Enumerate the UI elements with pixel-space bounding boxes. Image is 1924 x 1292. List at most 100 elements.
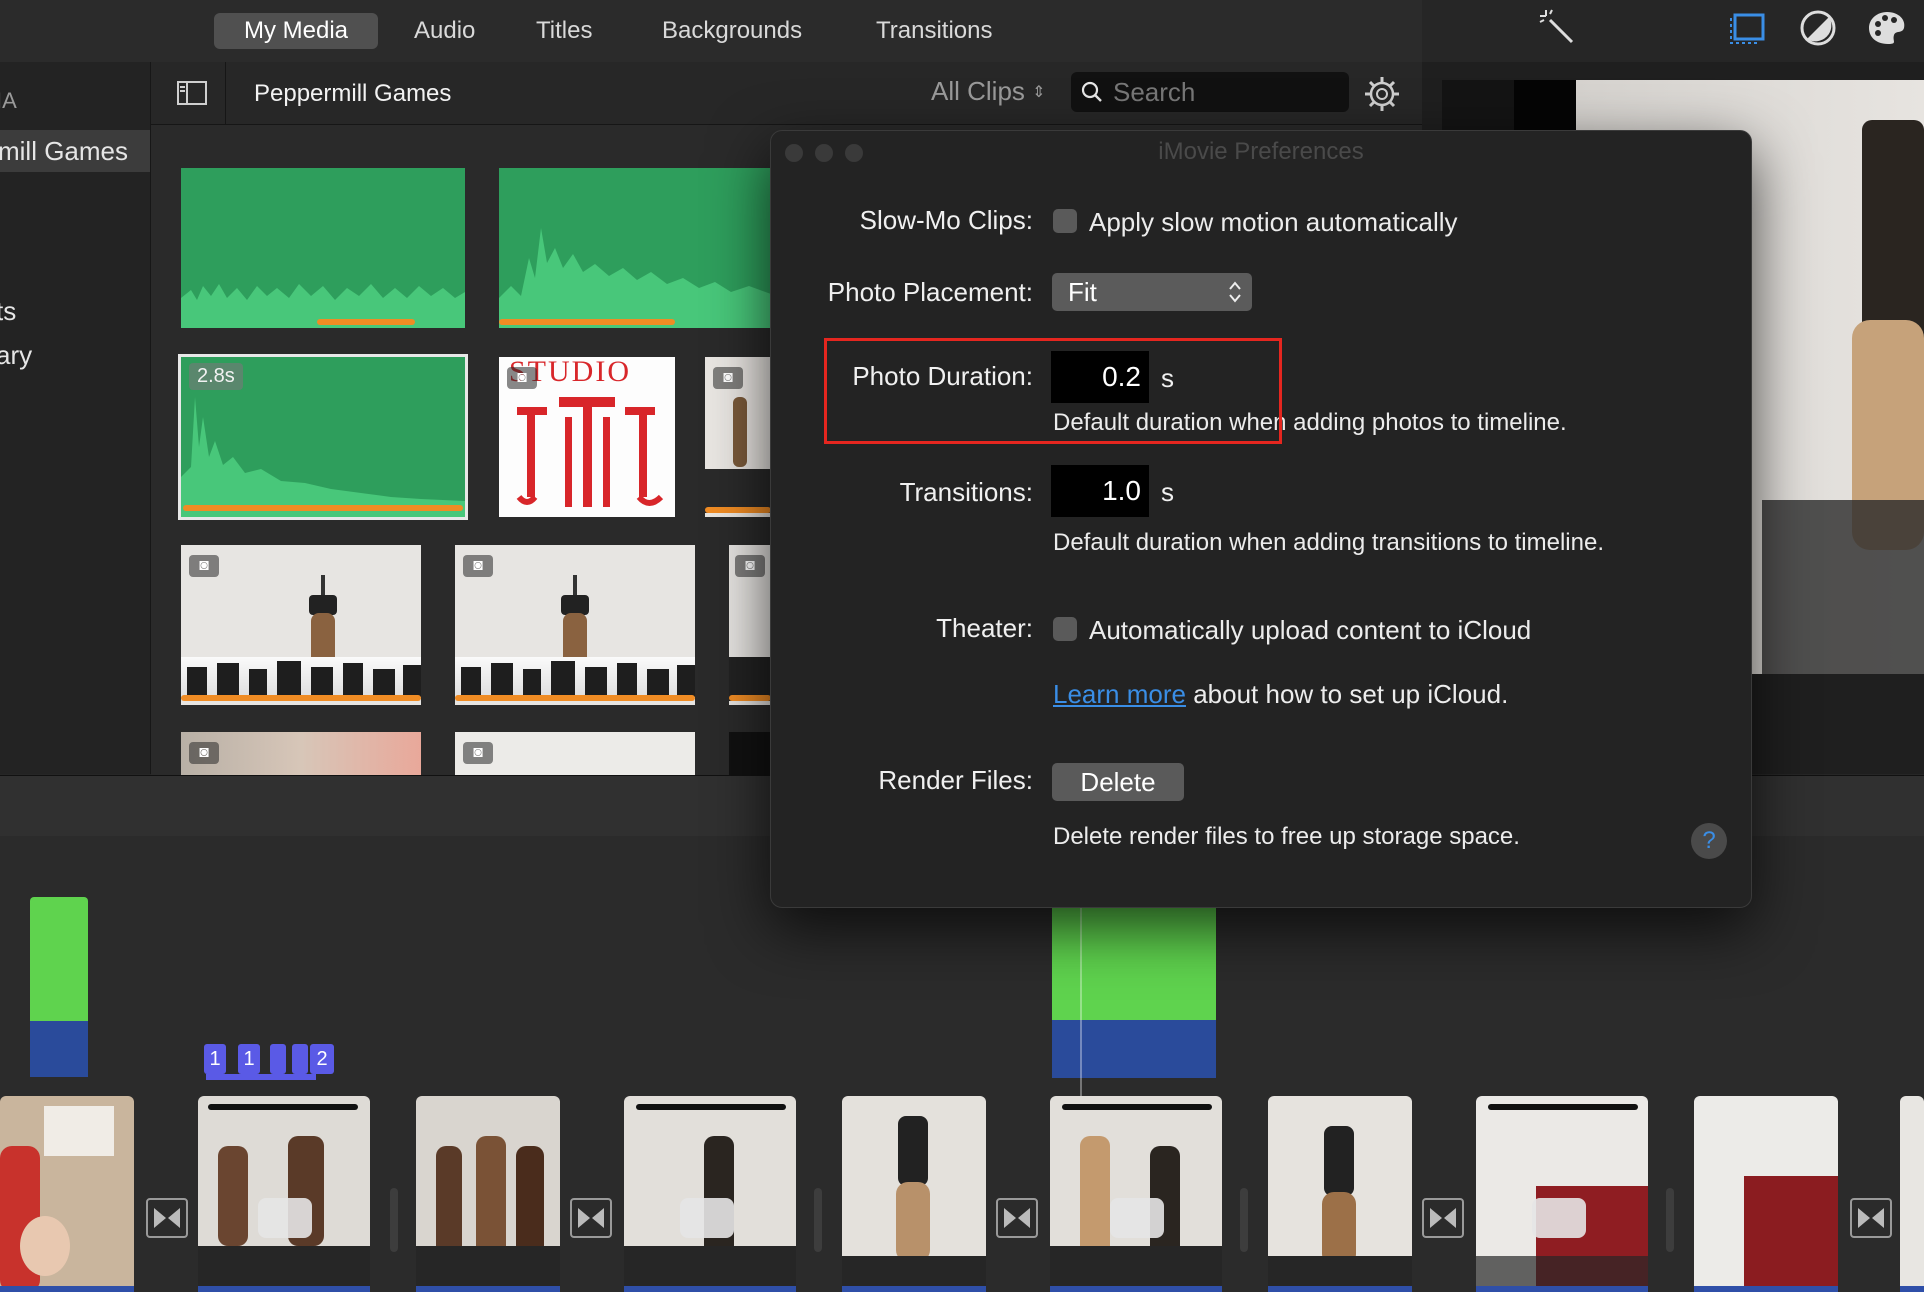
transitions-duration-unit: s xyxy=(1161,477,1174,507)
photo-thumbnail-partial[interactable]: ◙ xyxy=(729,545,771,705)
clip-filter-label: All Clips xyxy=(931,76,1025,106)
tab-backgrounds[interactable]: Backgrounds xyxy=(632,13,832,49)
audio-track-clip[interactable] xyxy=(30,1021,88,1077)
video-clip[interactable] xyxy=(1268,1096,1412,1292)
sound-effect-clip[interactable] xyxy=(1052,906,1216,1020)
transition-icon[interactable] xyxy=(570,1198,612,1238)
photo-placement-select[interactable]: Fit xyxy=(1052,273,1252,311)
toggle-sidebar-button[interactable] xyxy=(157,62,226,124)
adjustment-toolbar xyxy=(1422,0,1924,62)
learn-more-link[interactable]: Learn more xyxy=(1053,679,1186,709)
dialog-title: iMovie Preferences xyxy=(1158,138,1364,165)
clip-trim-handle[interactable] xyxy=(636,1104,786,1110)
background-music-clip[interactable] xyxy=(30,897,88,1021)
tab-titles[interactable]: Titles xyxy=(506,13,622,49)
video-clip[interactable] xyxy=(0,1096,134,1292)
camera-icon: ◙ xyxy=(735,555,765,577)
transition-icon[interactable] xyxy=(996,1198,1038,1238)
transition-icon[interactable] xyxy=(1422,1198,1464,1238)
timeline-marker[interactable] xyxy=(292,1044,308,1074)
color-balance-icon[interactable] xyxy=(1798,8,1838,48)
audio-track-clip[interactable] xyxy=(1052,1020,1216,1078)
sidebar-item-projects[interactable]: ts xyxy=(0,296,16,327)
clip-duration-badge: 2.8s xyxy=(189,363,243,390)
slowmo-option-label: Apply slow motion automatically xyxy=(1089,207,1458,237)
studio-logo-photo[interactable]: STUDIO ◙ xyxy=(499,357,675,517)
transitions-label: Transitions: xyxy=(899,477,1033,507)
video-clip[interactable] xyxy=(842,1096,986,1292)
render-files-help: Delete render files to free up storage s… xyxy=(1053,823,1520,850)
browser-header: Peppermill Games All Clips ⇕ Search xyxy=(151,62,1422,125)
color-correction-palette-icon[interactable] xyxy=(1866,8,1906,48)
photo-thumbnail-partial[interactable]: ◙ xyxy=(705,357,771,517)
camera-icon: ◙ xyxy=(713,367,743,389)
slowmo-checkbox[interactable] xyxy=(1053,209,1077,233)
audio-clip-thumbnail[interactable] xyxy=(181,168,465,328)
theater-upload-checkbox[interactable] xyxy=(1053,617,1077,641)
photo-thumbnail[interactable]: ◙ xyxy=(455,732,695,775)
help-button[interactable]: ? xyxy=(1691,823,1727,859)
updown-chevron-icon: ⇕ xyxy=(1032,84,1046,101)
photo-thumbnail[interactable]: ◙ xyxy=(455,545,695,705)
camera-icon: ◙ xyxy=(463,742,493,764)
libraries-sidebar: IA mill Games ts ary xyxy=(0,62,151,774)
timeline-marker[interactable]: 1 xyxy=(238,1044,260,1074)
photo-thumbnail[interactable]: ◙ xyxy=(181,732,421,775)
transitions-duration-field[interactable]: 1.0 xyxy=(1051,465,1149,517)
selected-range-bar xyxy=(317,319,415,325)
video-clip[interactable] xyxy=(416,1096,560,1292)
selected-audio-clip-thumbnail[interactable]: 2.8s xyxy=(181,357,465,517)
tab-audio[interactable]: Audio xyxy=(384,13,505,49)
theater-label: Theater: xyxy=(936,613,1033,643)
updown-chevron-icon xyxy=(1229,281,1241,303)
camera-icon: ◙ xyxy=(463,555,493,577)
timeline-marker[interactable]: 1 xyxy=(204,1044,226,1074)
learn-more-text: about how to set up iCloud. xyxy=(1193,679,1509,709)
clip-trim-handle[interactable] xyxy=(1488,1104,1638,1110)
fast-forward-rabbit-icon[interactable] xyxy=(1532,1198,1586,1238)
audio-clip-thumbnail[interactable] xyxy=(499,168,771,328)
selected-range-bar xyxy=(455,695,695,701)
fast-forward-rabbit-icon[interactable] xyxy=(680,1198,734,1238)
magic-wand-icon[interactable] xyxy=(1538,8,1578,48)
clip-separator xyxy=(1240,1188,1248,1252)
fast-forward-rabbit-icon[interactable] xyxy=(1110,1198,1164,1238)
selected-range-bar xyxy=(729,695,771,701)
photo-thumbnail-partial[interactable] xyxy=(729,732,771,775)
theater-option-label: Automatically upload content to iCloud xyxy=(1089,615,1532,645)
video-clip[interactable] xyxy=(1476,1096,1648,1292)
delete-render-files-button[interactable]: Delete xyxy=(1052,763,1184,801)
clip-trim-handle[interactable] xyxy=(208,1104,358,1110)
timeline-marker[interactable]: 2 xyxy=(310,1044,334,1074)
photo-placement-label: Photo Placement: xyxy=(827,277,1033,307)
photo-placement-value: Fit xyxy=(1068,277,1097,307)
clip-separator xyxy=(814,1188,822,1252)
sidebar-toggle-icon xyxy=(177,81,207,105)
settings-gear-icon[interactable] xyxy=(1363,75,1401,113)
selected-range-bar xyxy=(499,319,675,325)
video-clip[interactable] xyxy=(624,1096,796,1292)
fast-forward-rabbit-icon[interactable] xyxy=(258,1198,312,1238)
photo-thumbnail[interactable]: ◙ xyxy=(181,545,421,705)
transition-icon[interactable] xyxy=(146,1198,188,1238)
crop-icon[interactable] xyxy=(1728,8,1768,48)
camera-icon: ◙ xyxy=(507,367,537,389)
tab-my-media[interactable]: My Media xyxy=(214,13,379,49)
search-field[interactable]: Search xyxy=(1071,72,1349,112)
media-tabs-bar: My Media Audio Titles Backgrounds Transi… xyxy=(0,0,1422,63)
sidebar-item-peppermill-games[interactable]: mill Games xyxy=(0,130,150,172)
video-clip[interactable] xyxy=(1050,1096,1222,1292)
learn-more-line: Learn more about how to set up iCloud. xyxy=(1053,679,1508,710)
sidebar-item-library[interactable]: ary xyxy=(0,340,32,371)
clip-filter-popup[interactable]: All Clips ⇕ xyxy=(931,76,1046,107)
tab-transitions[interactable]: Transitions xyxy=(846,13,1022,49)
video-clip[interactable] xyxy=(1694,1096,1838,1292)
video-clip[interactable] xyxy=(198,1096,370,1292)
audio-waveform xyxy=(181,284,465,328)
clip-trim-handle[interactable] xyxy=(1062,1104,1212,1110)
timeline-marker[interactable] xyxy=(270,1044,286,1074)
video-clip-partial[interactable] xyxy=(1900,1096,1924,1292)
transition-icon[interactable] xyxy=(1850,1198,1892,1238)
search-placeholder: Search xyxy=(1113,77,1196,107)
camera-icon: ◙ xyxy=(189,742,219,764)
